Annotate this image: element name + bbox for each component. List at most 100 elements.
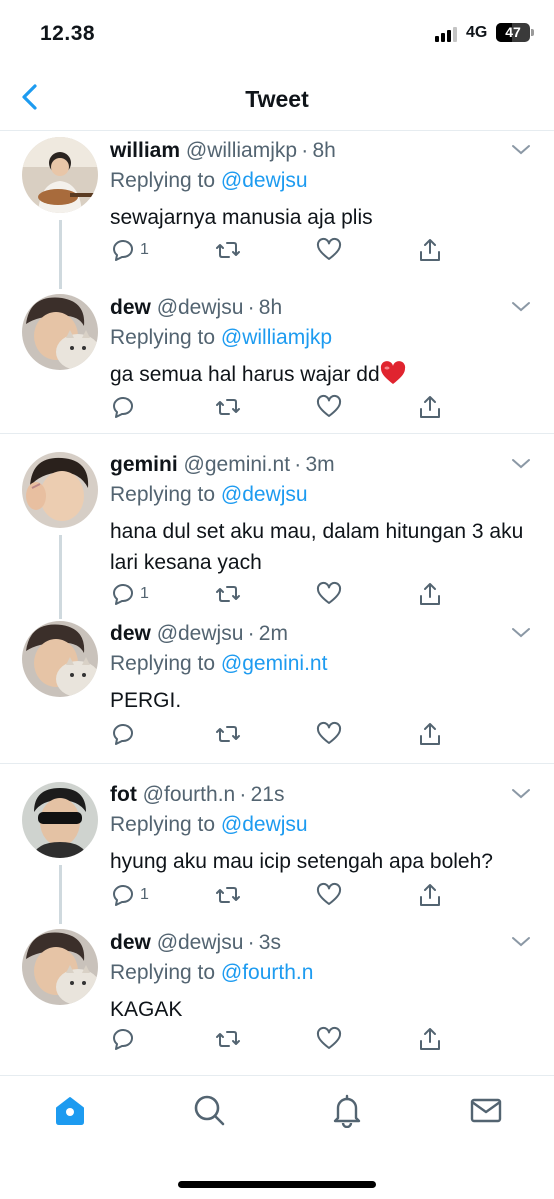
retweet-button[interactable] — [215, 719, 241, 749]
chevron-down-icon[interactable] — [510, 625, 532, 639]
user-handle[interactable]: @dewjsu — [157, 296, 244, 319]
tweet-text-container: ga semua hal harus wajar dd — [110, 359, 532, 390]
share-icon — [420, 884, 440, 906]
user-handle[interactable]: @williamjkp — [186, 139, 297, 162]
reply-count: 1 — [140, 886, 149, 903]
reply-icon — [113, 397, 133, 418]
tweet-time: 8h — [258, 296, 283, 319]
reply-mention-link[interactable]: @gemini.nt — [221, 652, 328, 675]
retweet-button[interactable] — [215, 235, 241, 265]
reply-mention-link[interactable]: @williamjkp — [221, 326, 332, 349]
like-button[interactable] — [316, 880, 342, 910]
nav-header: Tweet — [0, 64, 554, 131]
heart-icon — [316, 581, 342, 604]
tweet-thread-feed[interactable]: william @williamjkp · 8h Replying to @de… — [0, 132, 554, 1075]
search-icon[interactable] — [191, 1092, 227, 1128]
bottom-tab-bar — [0, 1075, 554, 1199]
reply-mention-link[interactable]: @dewjsu — [221, 813, 308, 836]
retweet-button[interactable] — [215, 392, 241, 422]
like-button[interactable] — [316, 719, 342, 749]
retweet-button[interactable] — [215, 880, 241, 910]
avatar[interactable] — [22, 452, 98, 528]
reply-mention-link[interactable]: @fourth.n — [221, 961, 314, 984]
user-handle[interactable]: @gemini.nt — [184, 453, 291, 476]
tweet-actions — [110, 1024, 440, 1054]
home-indicator — [178, 1181, 376, 1188]
tweet-actions: 1 — [110, 880, 440, 910]
tweet-text: hana dul set aku mau, dalam hitungan 3 a… — [110, 520, 524, 574]
heart-icon — [316, 882, 342, 905]
bell-icon[interactable] — [329, 1092, 365, 1128]
chevron-down-icon[interactable] — [510, 934, 532, 948]
tweet-actions — [110, 392, 440, 422]
retweet-button[interactable] — [215, 1024, 241, 1054]
retweet-icon — [216, 887, 240, 903]
tweet-time: 21s — [250, 783, 285, 806]
display-name[interactable]: fot — [110, 783, 137, 806]
display-name[interactable]: dew — [110, 622, 151, 645]
share-button[interactable] — [417, 392, 443, 422]
reply-button[interactable] — [110, 392, 136, 422]
tweet[interactable]: dew @dewjsu · 3s Replying to @fourth.n K… — [0, 924, 554, 1066]
reply-mention-link[interactable]: @dewjsu — [221, 483, 308, 506]
reply-mention-link[interactable]: @dewjsu — [221, 169, 308, 192]
like-button[interactable] — [316, 1024, 342, 1054]
replying-to-label: Replying to — [110, 652, 216, 675]
reply-button[interactable]: 1 — [110, 235, 149, 265]
replying-to-label: Replying to — [110, 169, 216, 192]
share-icon — [420, 723, 440, 745]
chevron-down-icon[interactable] — [510, 456, 532, 470]
reply-button[interactable]: 1 — [110, 880, 149, 910]
heart-icon — [316, 1026, 342, 1049]
tweet-text: ga semua hal harus wajar dd — [110, 363, 380, 386]
separator-dot: · — [243, 622, 259, 645]
display-name[interactable]: dew — [110, 296, 151, 319]
separator-dot: · — [235, 783, 251, 806]
display-name[interactable]: gemini — [110, 453, 178, 476]
avatar[interactable] — [22, 137, 98, 213]
tweet[interactable]: william @williamjkp · 8h Replying to @de… — [0, 132, 554, 289]
chevron-down-icon[interactable] — [510, 299, 532, 313]
tweet-actions: 1 — [110, 579, 440, 609]
reply-icon — [113, 885, 133, 906]
retweet-icon — [216, 726, 240, 742]
tweet[interactable]: dew @dewjsu · 8h Replying to @williamjkp… — [0, 289, 554, 433]
avatar[interactable] — [22, 929, 98, 1005]
avatar[interactable] — [22, 782, 98, 858]
share-button[interactable] — [417, 235, 443, 265]
retweet-icon — [216, 586, 240, 602]
reply-button[interactable]: 1 — [110, 579, 149, 609]
share-button[interactable] — [417, 719, 443, 749]
share-button[interactable] — [417, 880, 443, 910]
tweet[interactable]: gemini @gemini.nt · 3m Replying to @dewj… — [0, 434, 554, 619]
status-bar: 12.38 4G 47 — [0, 0, 554, 64]
tweet[interactable]: fot @fourth.n · 21s Replying to @dewjsu … — [0, 764, 554, 924]
like-button[interactable] — [316, 235, 342, 265]
like-button[interactable] — [316, 579, 342, 609]
separator-dot: · — [243, 931, 259, 954]
display-name[interactable]: dew — [110, 931, 151, 954]
user-handle[interactable]: @dewjsu — [157, 931, 244, 954]
tweet[interactable]: dew @dewjsu · 2m Replying to @gemini.nt … — [0, 619, 554, 763]
signal-icon — [435, 26, 461, 42]
chevron-down-icon[interactable] — [510, 786, 532, 800]
share-button[interactable] — [417, 579, 443, 609]
reply-button[interactable] — [110, 719, 136, 749]
mail-icon[interactable] — [468, 1092, 504, 1128]
display-name[interactable]: william — [110, 139, 180, 162]
retweet-button[interactable] — [215, 579, 241, 609]
user-handle[interactable]: @dewjsu — [157, 622, 244, 645]
battery-icon: 47 — [496, 23, 530, 42]
home-icon[interactable] — [52, 1092, 88, 1128]
avatar[interactable] — [22, 621, 98, 697]
chevron-down-icon[interactable] — [510, 142, 532, 156]
retweet-icon — [216, 399, 240, 415]
share-button[interactable] — [417, 1024, 443, 1054]
replying-to-label: Replying to — [110, 483, 216, 506]
avatar[interactable] — [22, 294, 98, 370]
replying-to-label: Replying to — [110, 961, 216, 984]
battery-level: 47 — [505, 24, 521, 40]
like-button[interactable] — [316, 392, 342, 422]
reply-button[interactable] — [110, 1024, 136, 1054]
user-handle[interactable]: @fourth.n — [143, 783, 236, 806]
